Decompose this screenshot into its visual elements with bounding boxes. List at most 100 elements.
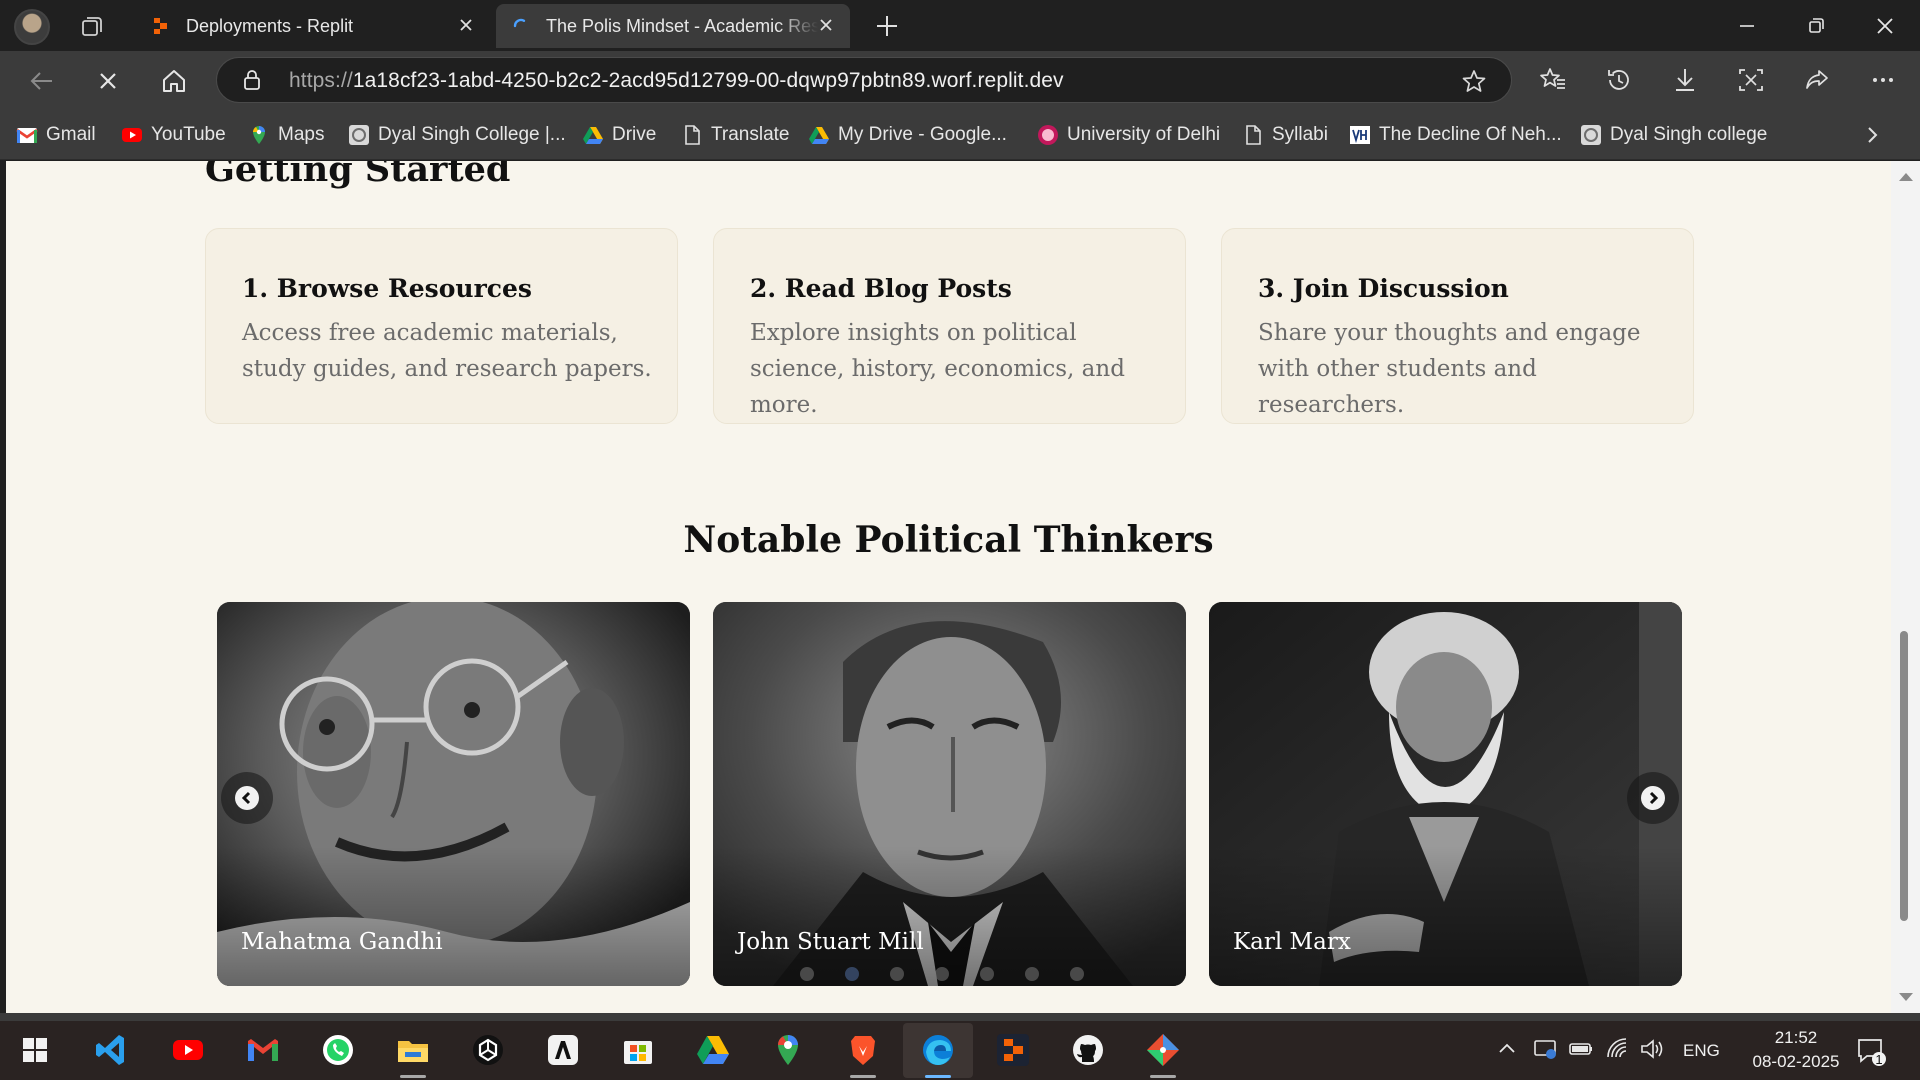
clock-date[interactable]: 08-02-2025 bbox=[1734, 1052, 1858, 1072]
github-icon[interactable] bbox=[1070, 1032, 1106, 1068]
step-title: 1. Browse Resources bbox=[242, 274, 532, 303]
favorite-label: University of Delhi bbox=[1067, 124, 1221, 145]
getting-started-heading: Getting Started bbox=[205, 161, 511, 190]
defender-icon[interactable] bbox=[1531, 1035, 1559, 1063]
chevron-right-icon[interactable] bbox=[1860, 123, 1884, 147]
favorite-my-drive[interactable]: My Drive - Google... bbox=[808, 122, 1007, 148]
favorite-youtube[interactable]: YouTube bbox=[121, 122, 226, 148]
gmail-icon[interactable] bbox=[245, 1032, 281, 1068]
edge-icon[interactable] bbox=[920, 1032, 956, 1068]
workspaces-icon[interactable] bbox=[80, 14, 104, 38]
replit-icon bbox=[154, 18, 167, 34]
favorite-gmail[interactable]: Gmail bbox=[16, 122, 96, 148]
url-text[interactable]: https://1a18cf23-1abd-4250-b2c2-2acd95d1… bbox=[289, 69, 1064, 93]
favorite-dyal-singh[interactable]: Dyal Singh College |... bbox=[348, 122, 566, 148]
thinker-name: Mahatma Gandhi bbox=[241, 929, 443, 955]
battery-icon[interactable] bbox=[1567, 1035, 1595, 1063]
new-tab-icon[interactable] bbox=[873, 12, 901, 40]
language-indicator[interactable]: ENG bbox=[1683, 1041, 1720, 1061]
windows-start-icon[interactable] bbox=[17, 1032, 53, 1068]
browser-toolbar: https://1a18cf23-1abd-4250-b2c2-2acd95d1… bbox=[0, 51, 1920, 110]
close-tab-icon[interactable] bbox=[456, 15, 476, 35]
favorite-maps[interactable]: Maps bbox=[248, 122, 324, 148]
window-bottom-border bbox=[0, 1013, 1920, 1021]
favorite-decline-of-nehru[interactable]: The Decline Of Neh... bbox=[1349, 122, 1562, 148]
microsoft-store-icon[interactable] bbox=[620, 1032, 656, 1068]
favorite-university-of-delhi[interactable]: University of Delhi bbox=[1037, 122, 1220, 148]
share-icon[interactable] bbox=[1802, 65, 1832, 95]
scroll-up-arrow-icon[interactable] bbox=[1899, 173, 1913, 181]
app-running-indicator bbox=[400, 1075, 426, 1078]
google-drive-icon[interactable] bbox=[695, 1032, 731, 1068]
youtube-icon bbox=[122, 128, 142, 142]
vscode-icon[interactable] bbox=[93, 1032, 129, 1068]
back-arrow-icon[interactable] bbox=[27, 66, 57, 96]
restore-icon[interactable] bbox=[1802, 12, 1830, 40]
chatgpt-icon[interactable] bbox=[470, 1032, 506, 1068]
favorite-star-icon[interactable] bbox=[1461, 68, 1487, 94]
lock-icon[interactable] bbox=[241, 69, 263, 91]
favorite-label: Dyal Singh college bbox=[1610, 124, 1768, 145]
carousel-dots bbox=[800, 967, 1100, 983]
carousel-next-button[interactable] bbox=[1627, 772, 1679, 824]
scrollbar-thumb[interactable] bbox=[1900, 631, 1908, 921]
web-page: Getting Started 1. Browse Resources Acce… bbox=[6, 161, 1891, 1013]
carousel-dot[interactable] bbox=[845, 967, 859, 981]
favorite-label: Gmail bbox=[46, 124, 96, 145]
profile-avatar[interactable] bbox=[14, 9, 50, 45]
tab-title: Deployments - Replit bbox=[186, 16, 354, 36]
replit-icon[interactable] bbox=[995, 1032, 1031, 1068]
favorite-dyal-singh-college[interactable]: Dyal Singh college bbox=[1580, 122, 1767, 148]
carousel-dot[interactable] bbox=[980, 967, 994, 981]
close-tab-icon[interactable] bbox=[816, 15, 836, 35]
thinker-slide[interactable]: John Stuart Mill bbox=[713, 602, 1186, 986]
carousel-dot[interactable] bbox=[1070, 967, 1084, 981]
tab-title: The Polis Mindset - Academic Res bbox=[546, 16, 818, 36]
tab-deployments[interactable]: Deployments - Replit bbox=[136, 4, 490, 48]
page-scrollbar[interactable] bbox=[1891, 161, 1920, 1013]
brave-icon[interactable] bbox=[845, 1032, 881, 1068]
browser-tab-strip: Deployments - Replit The Polis Mindset -… bbox=[0, 0, 1920, 51]
favorite-label: Syllabi bbox=[1272, 124, 1328, 145]
step-title: 2. Read Blog Posts bbox=[750, 274, 1012, 303]
home-icon[interactable] bbox=[159, 66, 189, 96]
favorites-icon[interactable] bbox=[1538, 65, 1568, 95]
anthropic-icon[interactable] bbox=[545, 1032, 581, 1068]
step-card: 2. Read Blog Posts Explore insights on p… bbox=[713, 228, 1186, 424]
page-icon bbox=[685, 125, 700, 145]
url-scheme: https:// bbox=[289, 69, 353, 92]
notification-count: 1 bbox=[1875, 1052, 1883, 1067]
carousel-dot[interactable] bbox=[800, 967, 814, 981]
scroll-down-arrow-icon[interactable] bbox=[1899, 993, 1913, 1001]
carousel-dot[interactable] bbox=[935, 967, 949, 981]
tab-polis-mindset[interactable]: The Polis Mindset - Academic Res bbox=[496, 4, 850, 48]
carousel-dot[interactable] bbox=[1025, 967, 1039, 981]
gmail-icon bbox=[16, 128, 38, 143]
chevron-up-icon[interactable] bbox=[1493, 1035, 1521, 1063]
thinker-slide[interactable]: Mahatma Gandhi bbox=[217, 602, 690, 986]
address-bar[interactable]: https://1a18cf23-1abd-4250-b2c2-2acd95d1… bbox=[216, 57, 1512, 103]
stop-loading-icon[interactable] bbox=[93, 66, 123, 96]
youtube-icon[interactable] bbox=[170, 1032, 206, 1068]
clock-time[interactable]: 21:52 bbox=[1760, 1028, 1832, 1048]
favorite-translate[interactable]: Translate bbox=[681, 122, 790, 148]
git-icon[interactable] bbox=[1145, 1032, 1181, 1068]
whatsapp-icon[interactable] bbox=[320, 1032, 356, 1068]
download-icon[interactable] bbox=[1670, 65, 1700, 95]
thinker-slide[interactable]: Karl Marx bbox=[1209, 602, 1682, 986]
favorite-syllabi[interactable]: Syllabi bbox=[1242, 122, 1328, 148]
chevron-left-icon bbox=[241, 791, 251, 805]
carousel-prev-button[interactable] bbox=[221, 772, 273, 824]
more-menu-icon[interactable] bbox=[1868, 65, 1898, 95]
history-icon[interactable] bbox=[1604, 65, 1634, 95]
volume-icon[interactable] bbox=[1638, 1035, 1666, 1063]
minimize-icon[interactable] bbox=[1733, 12, 1761, 40]
wifi-icon[interactable] bbox=[1604, 1035, 1632, 1063]
file-explorer-icon[interactable] bbox=[395, 1032, 431, 1068]
university-icon bbox=[1038, 125, 1058, 145]
carousel-dot[interactable] bbox=[890, 967, 904, 981]
favorite-drive[interactable]: Drive bbox=[582, 122, 656, 148]
close-window-icon[interactable] bbox=[1871, 12, 1899, 40]
google-maps-icon[interactable] bbox=[770, 1032, 806, 1068]
screenshot-icon[interactable] bbox=[1736, 65, 1766, 95]
